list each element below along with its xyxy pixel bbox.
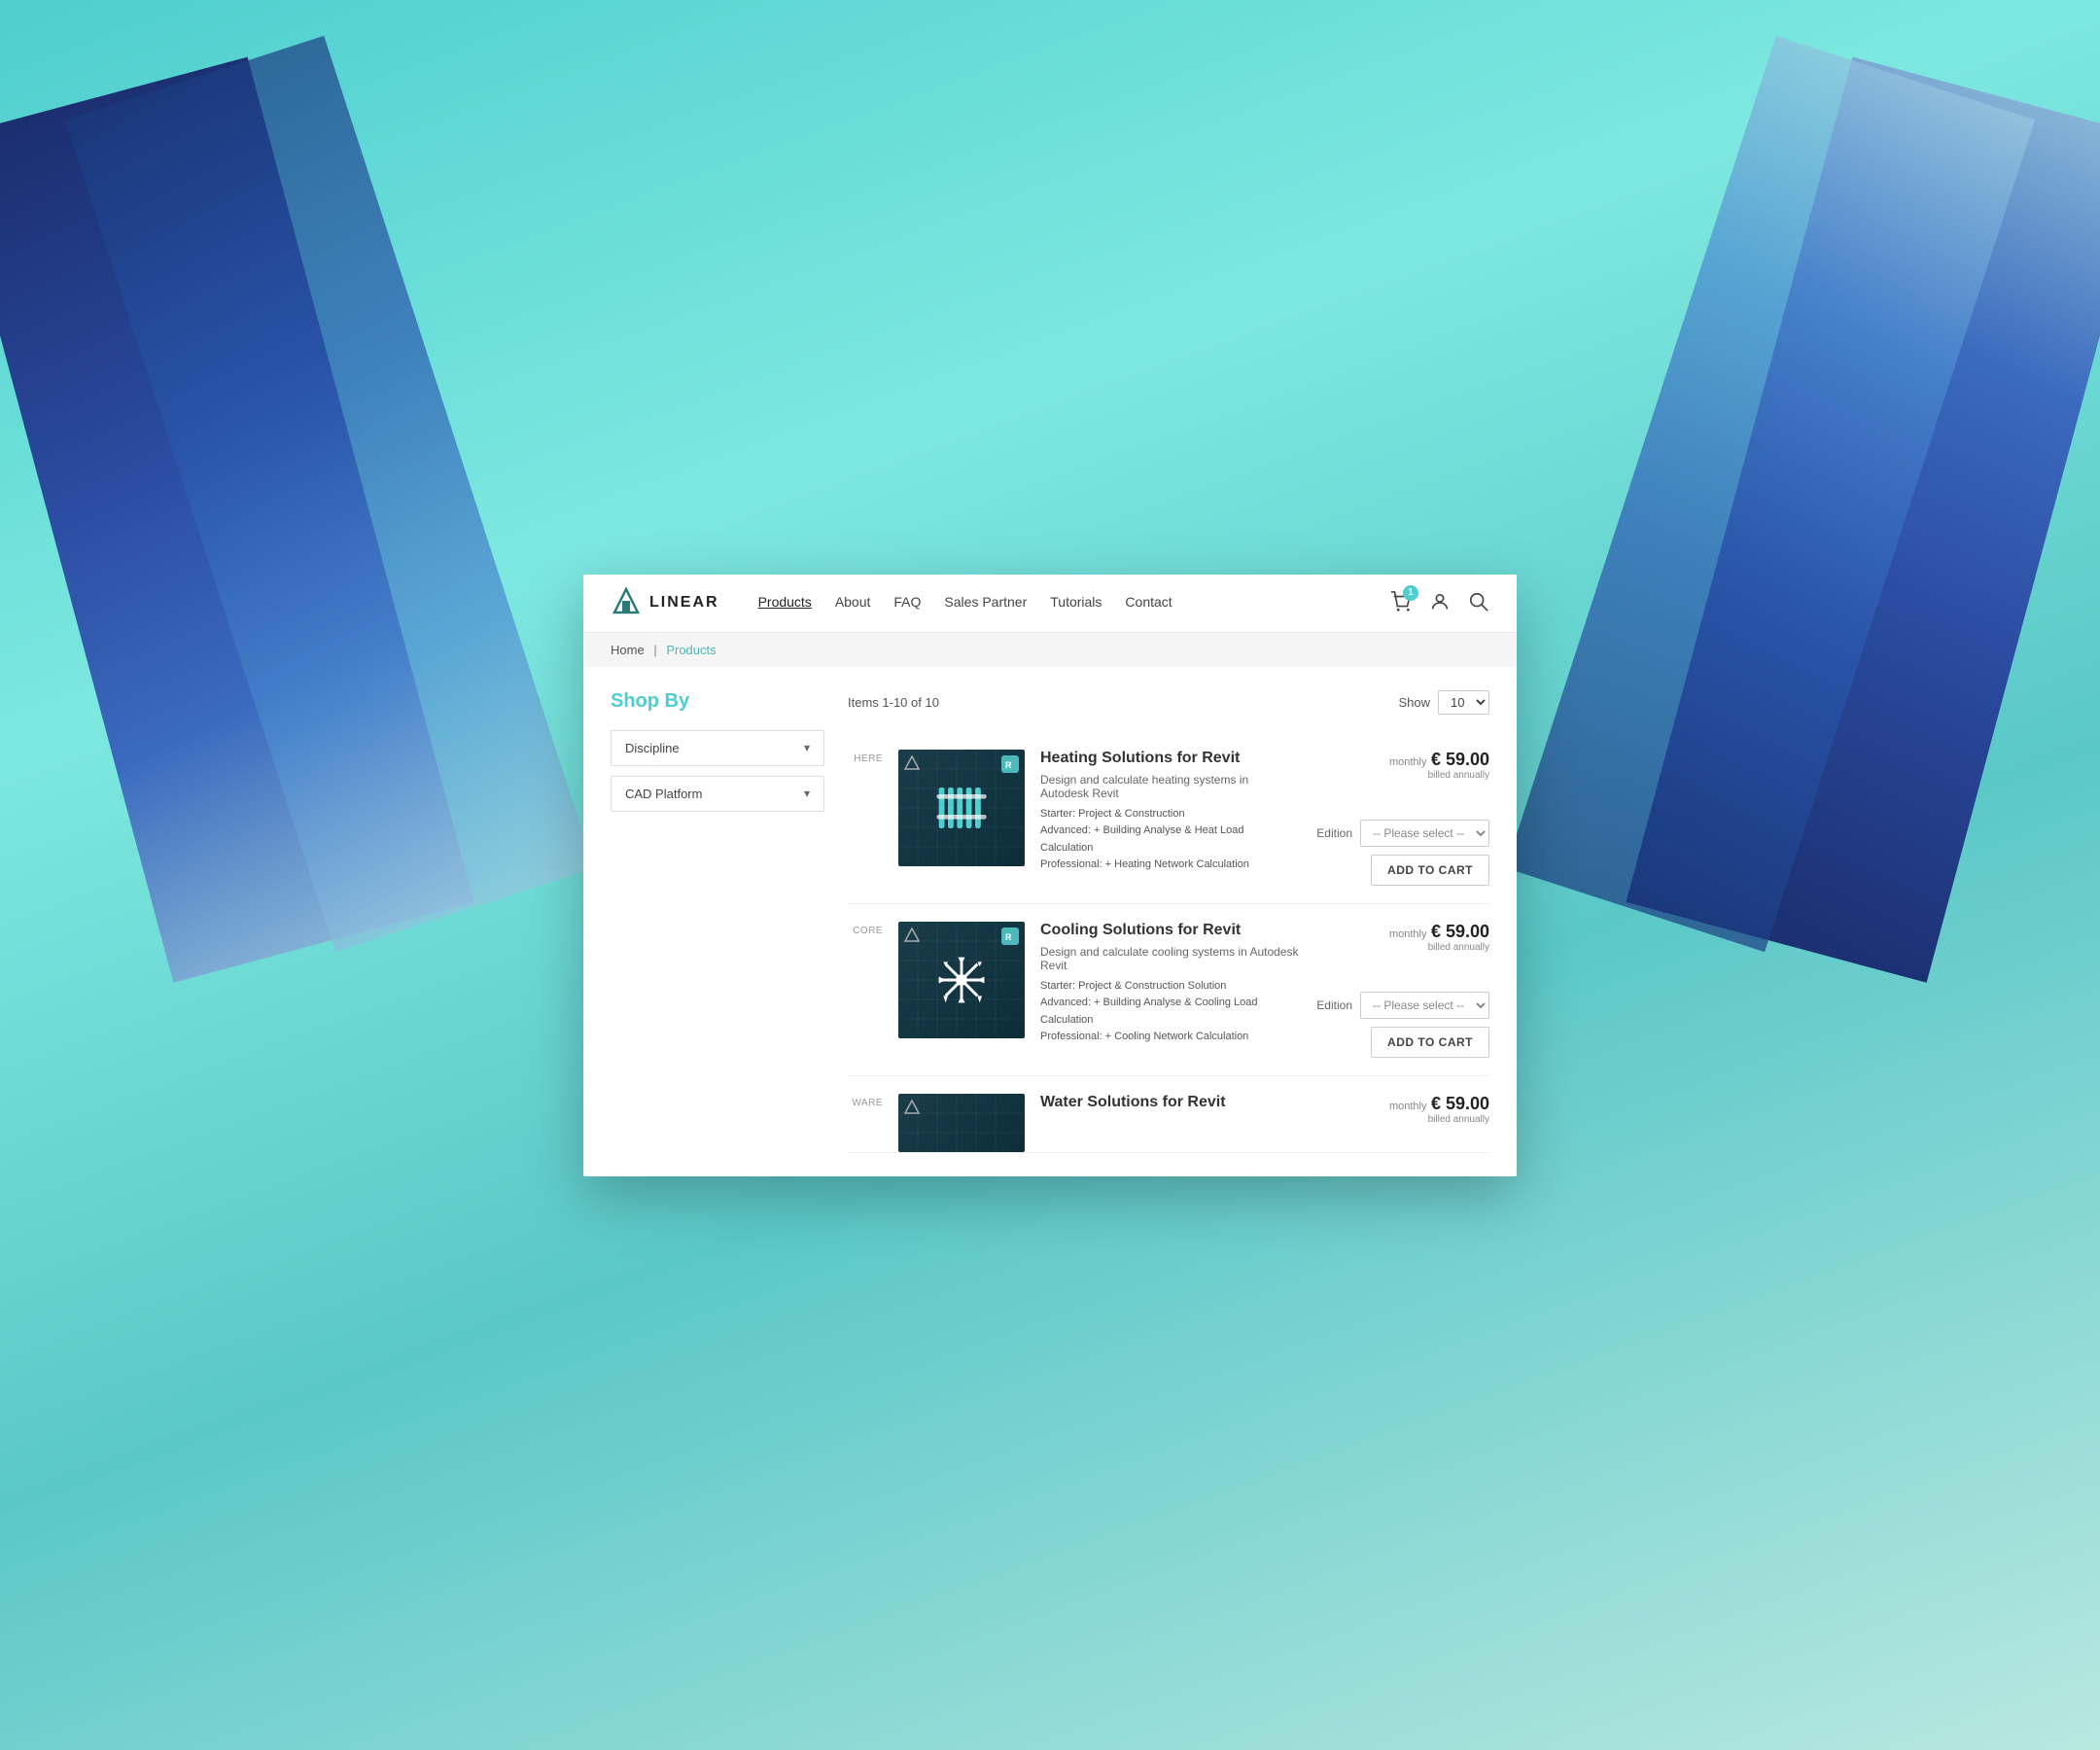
nav-faq[interactable]: FAQ	[893, 594, 921, 610]
filter-cad-platform: CAD Platform ▾	[611, 776, 824, 812]
logo-text: LINEAR	[649, 594, 719, 612]
edition-select-heating[interactable]: -- Please select -- Starter Advanced Pro…	[1360, 820, 1489, 847]
filter-cad-platform-header[interactable]: CAD Platform ▾	[612, 777, 823, 811]
product-features-cooling: Starter: Project & Construction Solution…	[1040, 978, 1299, 1046]
corner-logo-water	[904, 1100, 920, 1115]
price-cooling: monthly € 59.00 billed annually	[1389, 922, 1489, 953]
breadcrumb: Home | Products	[583, 633, 1517, 667]
chevron-down-icon: ▾	[804, 741, 810, 754]
product-tag-cooling: CORE	[848, 922, 883, 936]
user-button[interactable]	[1429, 591, 1451, 615]
product-info-water: Water Solutions for Revit	[1040, 1094, 1299, 1117]
product-features-heating: Starter: Project & Construction Advanced…	[1040, 806, 1299, 874]
filter-cad-platform-label: CAD Platform	[625, 787, 702, 801]
product-name-water: Water Solutions for Revit	[1040, 1094, 1299, 1111]
product-info-heating: Heating Solutions for Revit Design and c…	[1040, 750, 1299, 874]
nav-about[interactable]: About	[835, 594, 871, 610]
product-actions-cooling: monthly € 59.00 billed annually Edition …	[1314, 922, 1489, 1058]
search-button[interactable]	[1468, 591, 1489, 615]
product-name-cooling: Cooling Solutions for Revit	[1040, 922, 1299, 939]
cart-badge: 1	[1403, 585, 1418, 601]
filter-discipline: Discipline ▾	[611, 730, 824, 766]
nav-contact[interactable]: Contact	[1125, 594, 1172, 610]
product-desc-cooling: Design and calculate cooling systems in …	[1040, 945, 1299, 972]
edition-row-cooling: Edition -- Please select -- Starter Adva…	[1316, 992, 1489, 1019]
price-water: monthly € 59.00 billed annually	[1389, 1094, 1489, 1125]
grid-lines-heating	[898, 750, 1025, 866]
cart-button[interactable]: 1	[1390, 591, 1412, 615]
search-icon	[1468, 591, 1489, 612]
logo-link[interactable]: LINEAR	[611, 587, 719, 618]
product-name-heating: Heating Solutions for Revit	[1040, 750, 1299, 767]
breadcrumb-separator: |	[653, 643, 656, 657]
nav-actions: 1	[1390, 591, 1489, 615]
product-card-heating: HERE	[848, 732, 1489, 904]
nav-links: Products About FAQ Sales Partner Tutoria…	[758, 594, 1390, 612]
filter-discipline-header[interactable]: Discipline ▾	[612, 731, 823, 765]
product-image-heating[interactable]: R	[898, 750, 1025, 866]
product-actions-heating: monthly € 59.00 billed annually Edition …	[1314, 750, 1489, 886]
product-info-cooling: Cooling Solutions for Revit Design and c…	[1040, 922, 1299, 1046]
product-image-cooling[interactable]: R	[898, 922, 1025, 1038]
show-select[interactable]: 10 20 50	[1438, 690, 1489, 715]
product-tag-water: WARE	[848, 1094, 883, 1108]
filter-discipline-label: Discipline	[625, 741, 680, 755]
items-count: Items 1-10 of 10	[848, 695, 939, 710]
main-window: LINEAR Products About FAQ Sales Partner …	[583, 575, 1517, 1176]
add-to-cart-cooling[interactable]: ADD TO CART	[1371, 1027, 1489, 1058]
edition-row-heating: Edition -- Please select -- Starter Adva…	[1316, 820, 1489, 847]
product-tag-heating: HERE	[848, 750, 883, 764]
edition-select-cooling[interactable]: -- Please select -- Starter Advanced Pro…	[1360, 992, 1489, 1019]
breadcrumb-current: Products	[666, 643, 716, 657]
show-label: Show	[1398, 695, 1430, 710]
product-card-cooling: CORE	[848, 904, 1489, 1076]
price-heating: monthly € 59.00 billed annually	[1389, 750, 1489, 781]
product-card-water: WARE	[848, 1076, 1489, 1153]
breadcrumb-home[interactable]: Home	[611, 643, 645, 657]
show-control: Show 10 20 50	[1398, 690, 1489, 715]
content-area: Shop By Discipline ▾ CAD Platform ▾ Item…	[583, 667, 1517, 1176]
products-section: Items 1-10 of 10 Show 10 20 50 HERE	[848, 690, 1489, 1153]
nav-products[interactable]: Products	[758, 594, 812, 610]
product-desc-heating: Design and calculate heating systems in …	[1040, 773, 1299, 800]
chevron-down-icon-2: ▾	[804, 787, 810, 800]
nav-sales-partner[interactable]: Sales Partner	[944, 594, 1027, 610]
logo-icon	[611, 587, 642, 618]
grid-lines-cooling	[898, 922, 1025, 1038]
products-header: Items 1-10 of 10 Show 10 20 50	[848, 690, 1489, 715]
user-icon	[1429, 591, 1451, 612]
sidebar-title: Shop By	[611, 690, 824, 713]
add-to-cart-heating[interactable]: ADD TO CART	[1371, 855, 1489, 886]
sidebar: Shop By Discipline ▾ CAD Platform ▾	[611, 690, 824, 1153]
navbar: LINEAR Products About FAQ Sales Partner …	[583, 575, 1517, 633]
product-actions-water: monthly € 59.00 billed annually	[1314, 1094, 1489, 1125]
nav-tutorials[interactable]: Tutorials	[1050, 594, 1102, 610]
product-image-water[interactable]	[898, 1094, 1025, 1152]
